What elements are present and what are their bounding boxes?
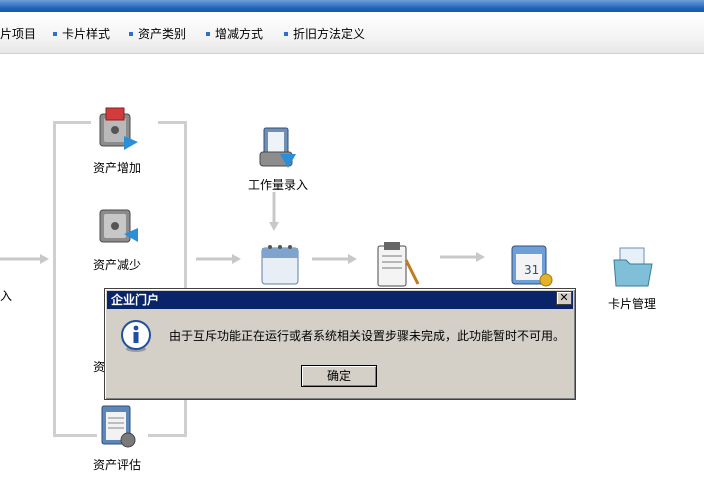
toolbar-item-depreciation-method[interactable]: 折旧方法定义: [284, 27, 365, 41]
toolbar-item-change-method[interactable]: 增减方式: [206, 27, 263, 41]
node-card-management[interactable]: 卡片管理: [598, 244, 670, 314]
dialog-title: 企业门户: [111, 293, 160, 307]
clipboard-evaluate-icon: [101, 405, 136, 448]
flow-arrow-right-icon: [312, 254, 357, 264]
svg-text:31: 31: [524, 263, 539, 277]
bullet-icon: [284, 31, 288, 36]
flow-label-cut: 入: [0, 289, 13, 303]
flow-arrow-right-icon: [196, 254, 241, 264]
safe-add-icon: [99, 107, 138, 150]
info-icon: [121, 320, 151, 352]
node-asset-evaluate[interactable]: 资产评估: [86, 402, 150, 472]
clipboard-document-icon[interactable]: [372, 240, 422, 288]
toolbar-item-asset-category[interactable]: 资产类别: [129, 27, 186, 41]
dialog-title-bar: 企业门户: [107, 291, 573, 309]
folder-cards-icon: [613, 247, 653, 287]
node-asset-reduce[interactable]: 资产减少: [86, 202, 150, 272]
function-toolbar: 片项目 卡片样式 资产类别 增减方式 折旧方法定义: [0, 12, 704, 54]
group-frame-bottom-right: [148, 434, 187, 437]
workload-entry-icon: [259, 127, 296, 168]
flow-arrow-right-icon: [0, 254, 49, 264]
toolbar-item-card-items[interactable]: 片项目: [0, 27, 36, 41]
calendar-31-icon[interactable]: 31: [508, 238, 556, 288]
bullet-icon: [206, 31, 210, 36]
node-asset-add[interactable]: 资产增加: [86, 106, 150, 176]
ok-button[interactable]: 确定: [301, 365, 377, 387]
dialog-close-button[interactable]: ✕: [556, 291, 572, 305]
flow-arrow-down-icon: [269, 192, 279, 231]
calendar-month-icon[interactable]: [258, 240, 304, 288]
message-dialog: 企业门户 ✕ 由于互斥功能正在运行或者系统相关设置步骤未完成，此功能暂时不可用。…: [104, 288, 576, 400]
group-frame-top-right: [158, 121, 187, 124]
bullet-icon: [129, 31, 133, 36]
window-top-strip: [0, 0, 704, 12]
node-workload-entry[interactable]: 工作量录入: [244, 124, 310, 192]
dialog-message: 由于互斥功能正在运行或者系统相关设置步骤未完成，此功能暂时不可用。: [169, 329, 566, 343]
group-frame-left: [53, 121, 56, 437]
safe-reduce-icon: [99, 209, 138, 243]
toolbar-item-card-style[interactable]: 卡片样式: [53, 27, 110, 41]
flow-arrow-right-icon: [440, 252, 485, 262]
bullet-icon: [53, 31, 57, 36]
